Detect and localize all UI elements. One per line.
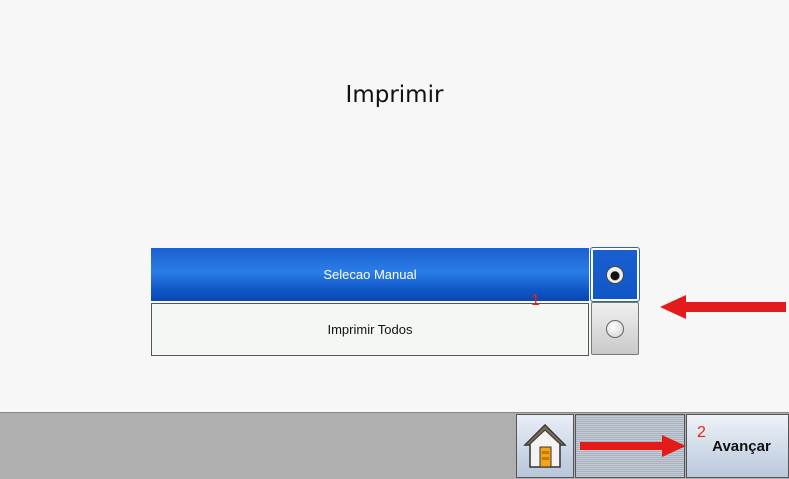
radio-unchecked-icon [606,319,624,338]
option-label: Selecao Manual [323,267,417,282]
next-button-label: Avançar [712,437,771,455]
annotation-arrow-right-icon [580,435,686,457]
home-button[interactable] [516,414,574,478]
radio-selecao-manual[interactable] [590,247,640,302]
page-title: Imprimir [345,82,444,108]
annotation-marker-1: 1 [531,292,540,309]
home-icon [523,423,567,468]
annotation-arrow-left-icon [660,295,786,319]
option-imprimir-todos[interactable]: Imprimir Todos [151,303,589,356]
radio-imprimir-todos[interactable] [591,302,639,355]
annotation-marker-2: 2 [697,424,706,441]
radio-checked-icon [606,265,624,284]
option-label: Imprimir Todos [327,322,413,337]
option-selecao-manual[interactable]: Selecao Manual [151,248,589,301]
